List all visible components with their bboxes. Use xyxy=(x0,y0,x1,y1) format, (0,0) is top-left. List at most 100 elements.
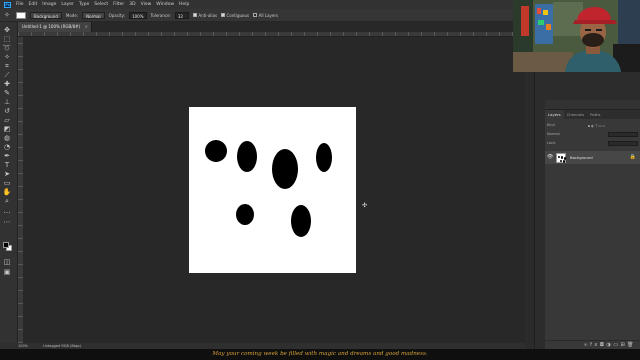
layers-panel: Layers Channels Paths Kind ▪◐T▭▫ Normal … xyxy=(545,110,640,350)
contiguous-checkbox[interactable]: Contiguous xyxy=(221,13,249,18)
layer-row[interactable]: 👁 Background 🔒 xyxy=(545,151,640,164)
checkbox-checked-icon xyxy=(221,13,226,17)
magic-wand-tool-icon[interactable]: ✧ xyxy=(2,53,12,61)
document-tab-bar: Untitled-1 @ 100% (RGB/8#) × xyxy=(18,22,525,32)
opacity-field[interactable]: 100% xyxy=(129,11,147,19)
black-blob xyxy=(316,143,332,172)
menu-3d[interactable]: 3D xyxy=(129,2,135,7)
options-bar: ✧ Background Mode: Normal Opacity: 100% … xyxy=(0,9,515,22)
sample-swatch[interactable] xyxy=(16,11,26,19)
layer-style-icon[interactable]: fx xyxy=(590,342,600,348)
black-blob xyxy=(236,204,254,225)
rectangle-tool-icon[interactable]: ▭ xyxy=(2,179,12,187)
document-info[interactable]: Untagged RGB (8bpc) xyxy=(43,344,81,348)
edit-toolbar-icon[interactable]: ⋯ xyxy=(2,218,12,226)
tolerance-field[interactable]: 32 xyxy=(174,11,189,19)
delete-layer-icon[interactable]: 🗑 xyxy=(627,342,636,348)
eye-icon[interactable]: 👁 xyxy=(547,154,553,160)
crosshair-cursor-icon: ✣ xyxy=(362,202,368,209)
blend-mode-dropdown[interactable]: Normal xyxy=(547,132,560,136)
layer-filter-row: Kind ▪◐T▭▫ xyxy=(547,122,638,128)
layers-panel-footer: ∞fx◘◑▭⊞🗑 xyxy=(545,340,640,348)
menu-filter[interactable]: Filter xyxy=(113,2,124,7)
document-tab[interactable]: Untitled-1 @ 100% (RGB/8#) × xyxy=(18,22,92,32)
blur-tool-icon[interactable]: ◍ xyxy=(2,134,12,142)
quick-mask-icon[interactable]: ◫ xyxy=(2,258,12,266)
menu-view[interactable]: View xyxy=(141,2,152,7)
mode-label: Mode: xyxy=(65,12,79,18)
brush-tool-icon[interactable]: ✎ xyxy=(2,89,12,97)
clone-stamp-tool-icon[interactable]: ⊥ xyxy=(2,98,12,106)
lock-icon[interactable]: 🔒 xyxy=(630,151,636,164)
mode-dropdown[interactable]: Normal xyxy=(82,11,105,19)
eyedropper-tool-icon[interactable]: ⟋ xyxy=(2,71,12,79)
opacity-label: Opacity: xyxy=(108,12,126,18)
thumbnail-blob xyxy=(563,159,565,163)
black-blob xyxy=(291,205,311,237)
screen-mode-icon[interactable]: ▣ xyxy=(2,268,12,276)
layer-name: Background xyxy=(570,155,593,160)
dodge-tool-icon[interactable]: ◔ xyxy=(2,143,12,151)
panel-collapse-strip[interactable] xyxy=(545,100,640,110)
tab-channels[interactable]: Channels xyxy=(564,110,588,119)
checkbox-unchecked-icon xyxy=(253,13,258,17)
menu-type[interactable]: Type xyxy=(79,2,89,7)
sample-dropdown[interactable]: Background xyxy=(30,11,62,19)
black-blob xyxy=(237,141,257,172)
collapsed-panel-dock xyxy=(525,72,535,349)
more-tools-icon[interactable]: … xyxy=(2,207,12,215)
fill-field[interactable] xyxy=(608,140,638,146)
zoom-level[interactable]: 100% xyxy=(18,344,28,348)
antialias-label: Anti-alias xyxy=(198,12,218,18)
photoshop-logo-icon[interactable]: Ps xyxy=(4,1,11,8)
lock-label: Lock: xyxy=(547,141,557,145)
menu-select[interactable]: Select xyxy=(94,2,108,7)
magic-wand-tool-icon[interactable]: ✧ xyxy=(4,11,12,19)
webcam-overlay xyxy=(513,0,640,72)
all-layers-checkbox[interactable]: All Layers xyxy=(253,13,278,18)
hand-tool-icon[interactable]: ✋ xyxy=(2,188,12,196)
path-selection-tool-icon[interactable]: ➤ xyxy=(2,170,12,178)
video-subtitle: May your coming week be filled with magi… xyxy=(0,349,640,360)
menu-edit[interactable]: Edit xyxy=(29,2,38,7)
tab-layers[interactable]: Layers xyxy=(545,110,564,119)
tolerance-label: Tolerance: xyxy=(150,12,171,18)
thumbnail-blob xyxy=(564,156,566,160)
crop-tool-icon[interactable]: ⌗ xyxy=(2,62,12,70)
document-tab-title: Untitled-1 @ 100% (RGB/8#) xyxy=(22,24,81,29)
black-blob xyxy=(272,149,298,189)
antialias-checkbox[interactable]: Anti-alias xyxy=(192,12,218,18)
close-icon[interactable]: × xyxy=(85,22,88,32)
healing-brush-tool-icon[interactable]: ✚ xyxy=(2,80,12,88)
pen-tool-icon[interactable]: ✒ xyxy=(2,152,12,160)
lock-row: Lock: xyxy=(547,140,638,146)
presenter-video-image xyxy=(513,0,640,72)
lasso-tool-icon[interactable]: ➰ xyxy=(2,44,12,52)
menu-help[interactable]: Help xyxy=(179,2,189,7)
layer-thumbnail xyxy=(556,152,566,163)
menu-window[interactable]: Window xyxy=(156,2,174,7)
checkbox-checked-icon xyxy=(192,13,197,17)
zoom-tool-icon[interactable]: ⌕ xyxy=(2,197,12,205)
menu-bar: Ps File Edit Image Layer Type Select Fil… xyxy=(0,0,515,9)
filter-icons[interactable]: ▪◐T▭▫ xyxy=(588,123,606,129)
contiguous-label: Contiguous xyxy=(226,12,250,18)
tab-paths[interactable]: Paths xyxy=(587,110,603,119)
type-tool-icon[interactable]: T xyxy=(2,161,12,169)
foreground-color-swatch[interactable] xyxy=(3,242,9,248)
marquee-tool-icon[interactable]: ⬚ xyxy=(2,35,12,43)
document-canvas[interactable] xyxy=(189,107,356,273)
filter-kind-dropdown[interactable]: Kind xyxy=(547,123,555,127)
black-blob xyxy=(205,140,227,162)
eraser-tool-icon[interactable]: ▱ xyxy=(2,116,12,124)
opacity-field[interactable] xyxy=(608,131,638,137)
history-brush-tool-icon[interactable]: ↺ xyxy=(2,107,12,115)
menu-file[interactable]: File xyxy=(16,2,24,7)
paint-bucket-tool-icon[interactable]: ◩ xyxy=(2,125,12,133)
menu-image[interactable]: Image xyxy=(42,2,56,7)
menu-layer[interactable]: Layer xyxy=(61,2,74,7)
move-tool-icon[interactable]: ✥ xyxy=(2,26,12,34)
all-layers-label: All Layers xyxy=(258,12,279,18)
tools-panel: ✥ ⬚ ➰ ✧ ⌗ ⟋ ✚ ✎ ⊥ ↺ ▱ ◩ ◍ ◔ ✒ T ➤ ▭ ✋ ⌕ … xyxy=(0,22,18,343)
layers-panel-tabs: Layers Channels Paths xyxy=(545,110,640,119)
